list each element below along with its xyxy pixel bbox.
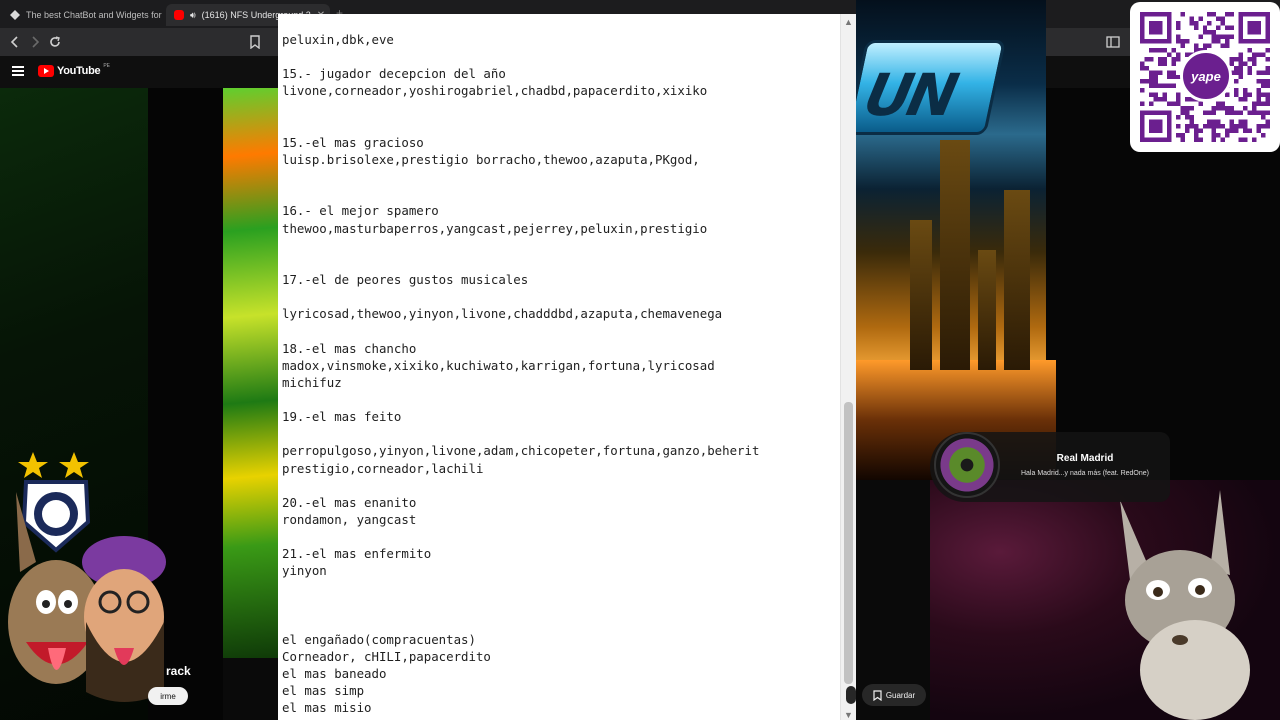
document-line: el mas misio [282,700,372,716]
document-scrollbar[interactable]: ▲ ▼ [840,14,856,720]
text-document-window[interactable]: peluxin,dbk,eve 15.- jugador decepcion de… [278,14,856,720]
scroll-up-icon[interactable]: ▲ [844,17,853,27]
channel-name-fragment[interactable]: rack [166,664,191,678]
document-line: Corneador, cHILI,papacerdito [282,649,491,665]
document-line: thewoo,masturbaperros,yangcast,pejerrey,… [282,220,708,236]
document-line: michifuz [282,374,342,390]
menu-icon[interactable] [12,66,24,76]
save-button[interactable]: Guardar [862,684,926,706]
yape-logo: yape [1180,50,1232,102]
tab-title: The best ChatBot and Widgets for Ki [26,10,162,20]
now-playing-artist: Real Madrid [1056,453,1114,464]
back-icon[interactable] [6,33,24,51]
donkey-mask-streamer [1120,490,1250,720]
document-line: el mas baneado [282,666,387,682]
sidebar-icon[interactable] [1104,33,1122,51]
youtube-wordmark: YouTube [57,65,101,77]
video-city-towers [900,120,1040,370]
document-line: peluxin,dbk,eve [282,32,394,47]
document-line: el mas simp [282,683,365,699]
video-game-scene-left [223,88,283,658]
bookmark-icon[interactable] [246,33,264,51]
more-actions-button[interactable] [846,686,856,704]
screen: The best ChatBot and Widgets for Ki 🔊︎ (… [0,0,1280,720]
youtube-logo[interactable]: YouTube PE [38,63,110,77]
document-line: 21.-el mas enfermito [282,546,432,562]
document-line: 16.- el mejor spamero [282,203,439,219]
forward-icon[interactable] [26,33,44,51]
document-line: lyricosad,thewoo,yinyon,livone,chadddbd,… [282,306,723,322]
game-logo: UN [845,40,1007,135]
scroll-down-icon[interactable]: ▼ [844,710,853,720]
document-line: livone,corneador,yoshirogabriel,chadbd,p… [282,83,708,99]
tab-favicon-icon [10,10,20,20]
yape-qr-code: yape [1130,2,1280,152]
bookmark-icon [873,689,882,701]
document-line: 18.-el mas chancho [282,340,417,356]
document-line: el engañado(compracuentas) [282,631,476,647]
document-line: 19.-el mas feito [282,409,402,425]
subscribe-button[interactable]: irme [148,687,188,705]
save-button-label: Guardar [885,690,916,700]
reload-icon[interactable] [46,33,64,51]
browser-tab-chatbot[interactable]: The best ChatBot and Widgets for Ki [2,4,162,26]
document-line: 20.-el mas enanito [282,494,417,510]
document-line: luisp.brisolexe,prestigio borracho,thewo… [282,151,700,167]
speaker-icon: 🔊︎ [190,9,196,20]
youtube-play-icon [38,65,54,77]
document-line: 17.-el de peores gustos musicales [282,271,529,287]
document-text: peluxin,dbk,eve 15.- jugador decepcion de… [282,31,842,717]
album-art [934,432,1000,498]
streamer-avatar [8,452,166,702]
youtube-favicon-icon [174,10,184,20]
now-playing-track: Hala Madrid...y nada más (feat. RedOne) [1020,470,1149,477]
document-line: yinyon [282,563,327,579]
scrollbar-thumb[interactable] [844,402,853,684]
document-line: perropulgoso,yinyon,livone,adam,chicopet… [282,443,760,459]
document-line: madox,vinsmoke,xixiko,kuchiwato,karrigan… [282,357,715,373]
document-line: prestigio,corneador,lachili [282,460,484,476]
country-code: PE [103,63,110,69]
document-line: 15.-el mas gracioso [282,134,424,150]
document-line: rondamon, yangcast [282,511,417,527]
document-line: 15.- jugador decepcion del año [282,66,506,82]
